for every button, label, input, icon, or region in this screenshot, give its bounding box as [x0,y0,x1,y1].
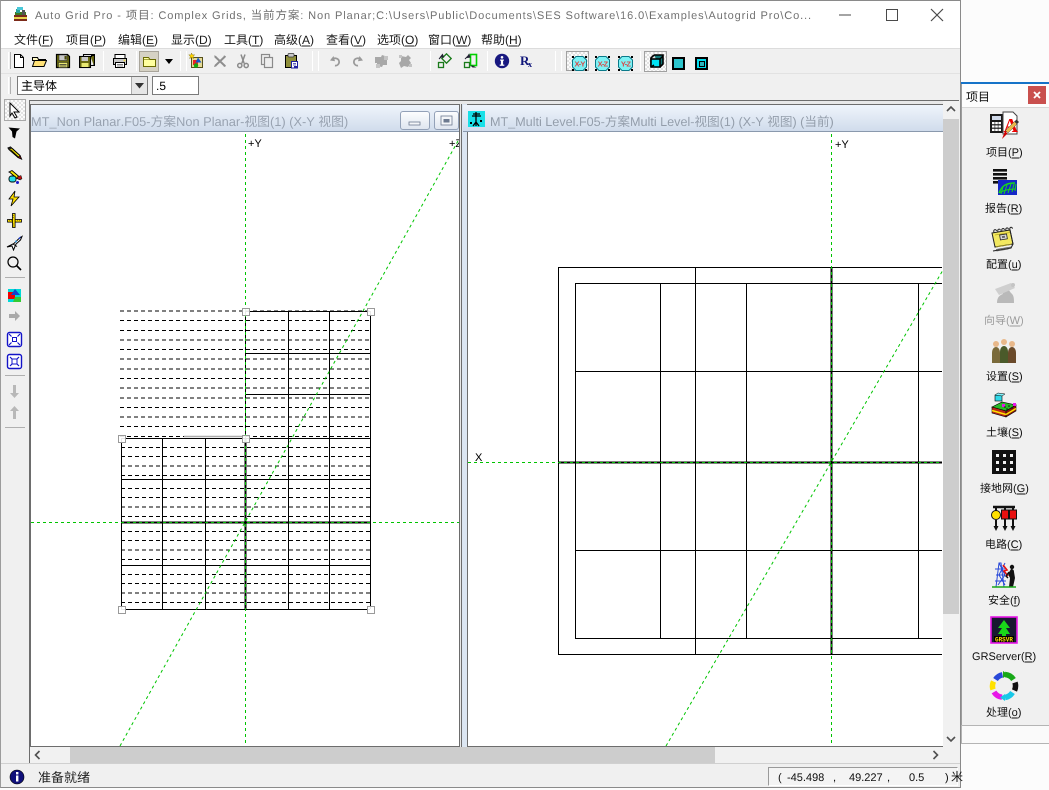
svg-text:GRSVR: GRSVR [995,637,1013,644]
svg-text:X-Y: X-Y [574,60,585,69]
svg-text:Y-Z: Y-Z [621,60,631,69]
svg-text:X-Z: X-Z [598,60,609,69]
svg-text:x: x [528,60,532,69]
